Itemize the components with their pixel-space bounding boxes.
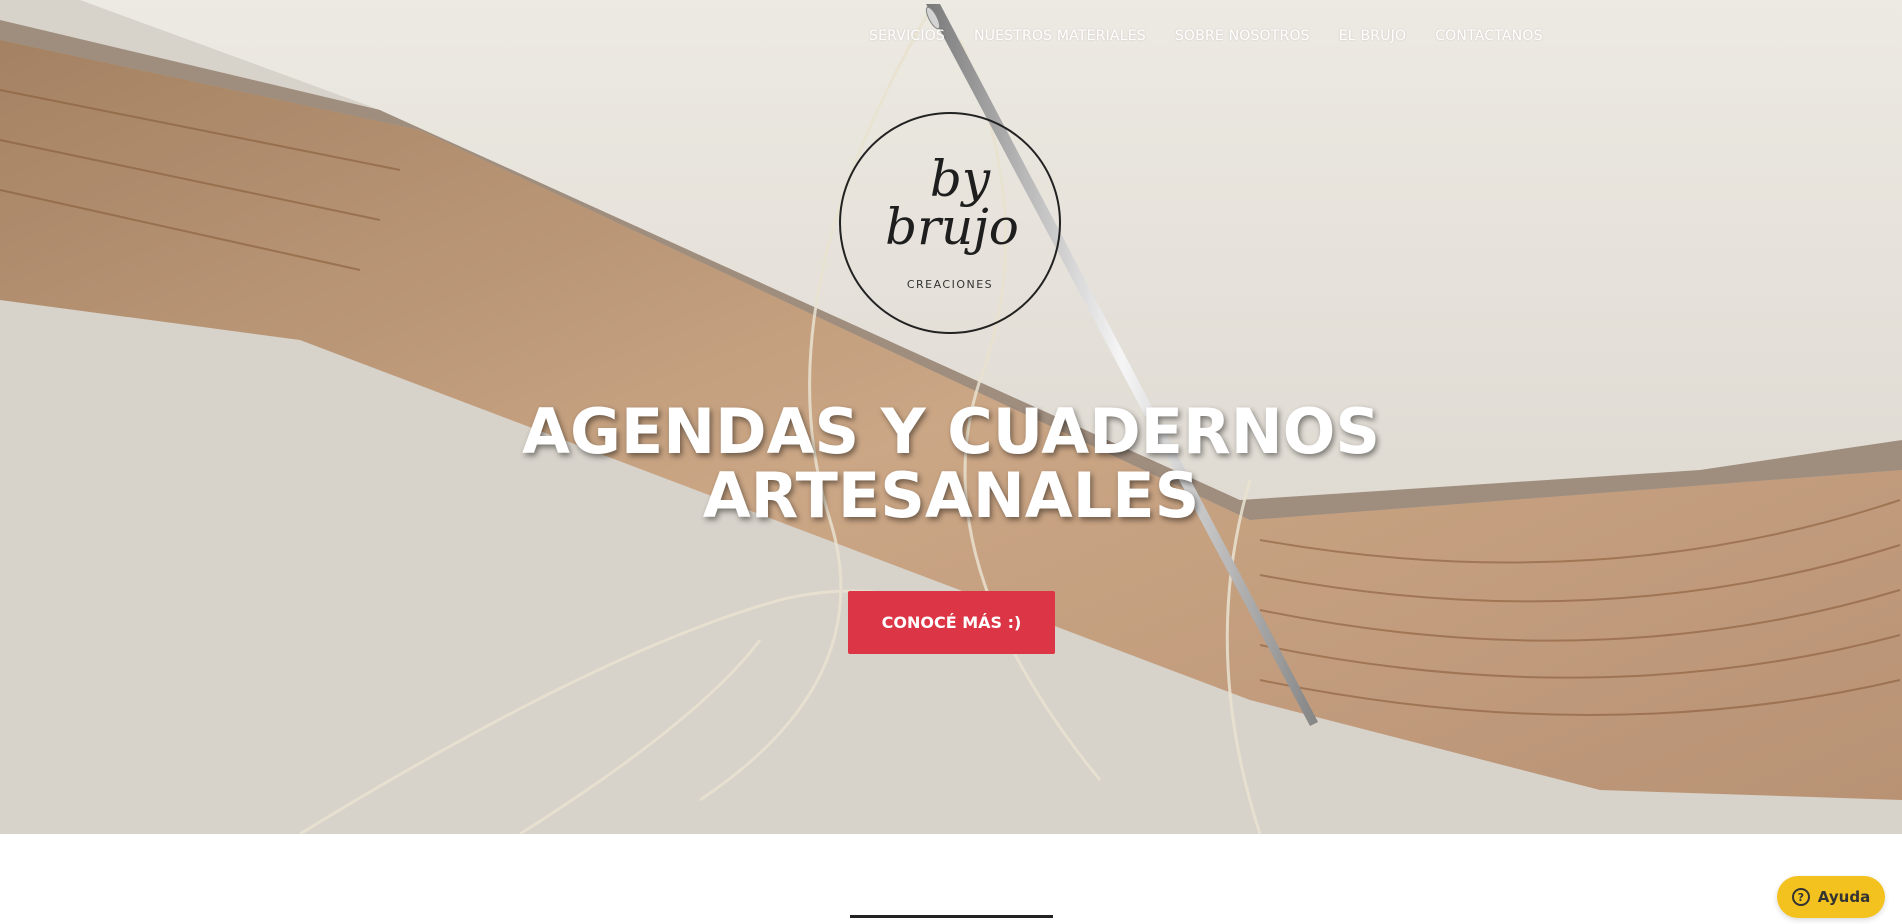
help-label: Ayuda [1817, 888, 1871, 906]
main-nav: SERVICIOS NUESTROS MATERIALES SOBRE NOSO… [869, 28, 1572, 44]
help-button[interactable]: ? Ayuda [1777, 876, 1885, 918]
hero-headline-line2: ARTESANALES [702, 459, 1200, 532]
logo-text-line1: by [929, 150, 991, 208]
hero-headline: AGENDAS Y CUADERNOS ARTESANALES [0, 400, 1902, 528]
question-circle-icon: ? [1791, 888, 1810, 906]
nav-item-sobre-nosotros[interactable]: SOBRE NOSOTROS [1175, 28, 1310, 44]
logo-text-line2: brujo [885, 198, 1019, 256]
section-divider [850, 915, 1053, 918]
hero-headline-line1: AGENDAS Y CUADERNOS [521, 395, 1380, 468]
nav-item-el-brujo[interactable]: EL BRUJO [1339, 28, 1406, 44]
learn-more-button[interactable]: CONOCÉ MÁS :) [848, 591, 1055, 654]
brand-logo[interactable]: by brujo CREACIONES [839, 112, 1061, 334]
logo-subtitle: CREACIONES [906, 278, 994, 291]
nav-item-contactanos[interactable]: CONTACTANOS [1435, 28, 1542, 44]
nav-item-servicios[interactable]: SERVICIOS [869, 28, 945, 44]
nav-item-nuestros-materiales[interactable]: NUESTROS MATERIALES [974, 28, 1146, 44]
hero-banner: SERVICIOS NUESTROS MATERIALES SOBRE NOSO… [0, 0, 1902, 834]
